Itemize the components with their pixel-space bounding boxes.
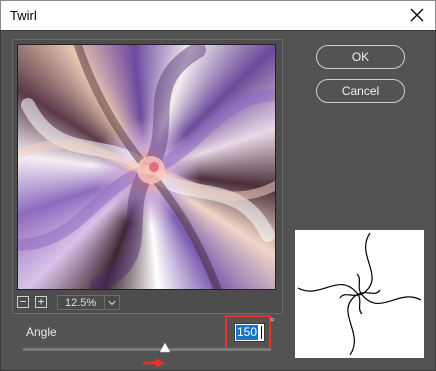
dialog-body: − + 12.5% OK Cancel Angle 150 ° bbox=[0, 30, 436, 371]
angle-slider-track[interactable] bbox=[23, 348, 271, 351]
preview-panel: − + 12.5% bbox=[12, 39, 283, 314]
zoom-in-button[interactable]: + bbox=[35, 296, 47, 308]
angle-label: Angle bbox=[26, 325, 57, 339]
preview-image[interactable] bbox=[17, 44, 276, 290]
angle-input[interactable]: 150 bbox=[234, 323, 265, 342]
twirl-curve-graphic bbox=[297, 232, 422, 356]
triangle-slider-icon[interactable] bbox=[160, 343, 170, 353]
ok-button[interactable]: OK bbox=[316, 45, 405, 69]
title-bar: Twirl bbox=[0, 0, 436, 30]
close-icon[interactable] bbox=[407, 5, 427, 25]
arrow-right-icon bbox=[143, 358, 165, 368]
plus-icon: + bbox=[37, 295, 45, 308]
twirl-preview-graphic bbox=[18, 45, 275, 289]
text-caret bbox=[261, 326, 262, 339]
cancel-button[interactable]: Cancel bbox=[316, 79, 405, 103]
minus-icon: − bbox=[19, 295, 27, 308]
zoom-out-button[interactable]: − bbox=[17, 296, 29, 308]
zoom-level-select[interactable]: 12.5% bbox=[57, 295, 120, 310]
chevron-down-icon bbox=[104, 296, 116, 309]
angle-value: 150 bbox=[236, 325, 258, 340]
degree-unit: ° bbox=[270, 317, 275, 329]
dialog-title: Twirl bbox=[10, 8, 37, 23]
zoom-level-value: 12.5% bbox=[65, 297, 97, 309]
angle-highlight-box: 150 bbox=[225, 315, 271, 351]
twirl-thumbnail bbox=[295, 230, 424, 358]
